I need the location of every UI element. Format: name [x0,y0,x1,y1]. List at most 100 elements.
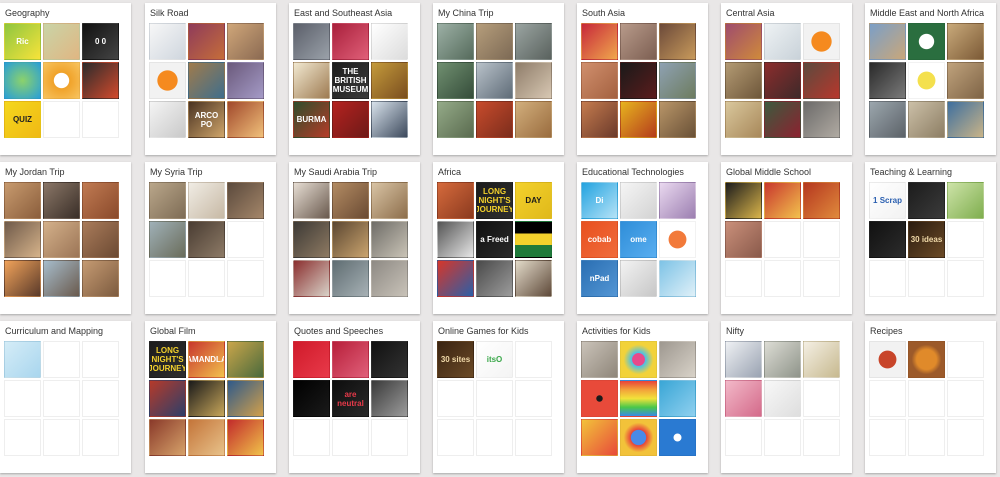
pin-thumbnail[interactable] [4,260,41,297]
pin-thumbnail[interactable] [43,23,80,60]
pin-thumbnail[interactable] [659,419,696,456]
pin-thumbnail[interactable] [764,182,801,219]
pin-thumbnail[interactable] [515,260,552,297]
pin-thumbnail[interactable] [149,182,186,219]
pin-thumbnail[interactable] [908,341,945,378]
pin-thumbnail[interactable] [515,23,552,60]
pin-thumbnail[interactable] [659,101,696,138]
pin-thumbnail[interactable]: 0 0 [82,23,119,60]
pin-thumbnail[interactable] [188,221,225,258]
board-thumbnail-grid[interactable] [149,182,264,297]
pin-thumbnail[interactable] [725,380,762,417]
pin-thumbnail[interactable] [4,182,41,219]
pin-thumbnail[interactable]: are neutral [332,380,369,417]
pin-thumbnail[interactable] [332,101,369,138]
pin-thumbnail[interactable] [908,62,945,99]
pin-thumbnail[interactable] [227,419,264,456]
pin-thumbnail[interactable] [293,341,330,378]
pin-thumbnail[interactable] [803,62,840,99]
pin-thumbnail[interactable] [149,23,186,60]
pin-thumbnail[interactable] [4,221,41,258]
pin-thumbnail[interactable] [476,101,513,138]
board-title[interactable]: My Syria Trip [150,167,272,178]
pin-thumbnail[interactable] [332,182,369,219]
pin-thumbnail[interactable] [869,62,906,99]
pin-thumbnail[interactable] [149,101,186,138]
pin-thumbnail[interactable] [620,419,657,456]
pin-thumbnail[interactable] [725,341,762,378]
pin-thumbnail[interactable] [82,221,119,258]
board-card-central-asia[interactable]: Central Asia [721,3,852,155]
pin-thumbnail[interactable] [620,341,657,378]
pin-thumbnail[interactable] [476,23,513,60]
pin-thumbnail[interactable]: LONG NIGHT'S JOURNEY [476,182,513,219]
board-thumbnail-grid[interactable]: THE BRITISH MUSEUM BURMA [293,23,408,138]
board-card-global-middle-school[interactable]: Global Middle School [721,162,852,314]
board-thumbnail-grid[interactable]: Di cobab ome nPad [581,182,696,297]
board-title[interactable]: Teaching & Learning [870,167,992,178]
pin-thumbnail[interactable] [659,260,696,297]
pin-thumbnail[interactable] [620,380,657,417]
pin-thumbnail[interactable] [293,221,330,258]
pin-thumbnail[interactable] [437,182,474,219]
board-title[interactable]: Nifty [726,326,848,337]
pin-thumbnail[interactable] [43,62,80,99]
pin-thumbnail[interactable] [43,221,80,258]
pin-thumbnail[interactable] [659,182,696,219]
pin-thumbnail[interactable] [437,221,474,258]
board-thumbnail-grid[interactable]: are neutral [293,341,408,456]
pin-thumbnail[interactable] [620,23,657,60]
board-thumbnail-grid[interactable]: LONG NIGHT'S JOURNEY AMANDLA [149,341,264,456]
board-card-middle-east-and-north-africa[interactable]: Middle East and North Africa [865,3,996,155]
pin-thumbnail[interactable] [227,62,264,99]
pin-thumbnail[interactable] [188,62,225,99]
pin-thumbnail[interactable] [371,221,408,258]
board-thumbnail-grid[interactable] [869,23,984,138]
pin-thumbnail[interactable] [581,341,618,378]
pin-thumbnail[interactable] [515,62,552,99]
pin-thumbnail[interactable]: ome [620,221,657,258]
pin-thumbnail[interactable] [659,221,696,258]
board-title[interactable]: Silk Road [150,8,272,19]
board-card-my-syria-trip[interactable]: My Syria Trip [145,162,276,314]
pin-thumbnail[interactable] [908,101,945,138]
pin-thumbnail[interactable]: THE BRITISH MUSEUM [332,62,369,99]
pin-thumbnail[interactable] [371,62,408,99]
pin-thumbnail[interactable] [764,380,801,417]
pin-thumbnail[interactable] [725,101,762,138]
board-title[interactable]: Recipes [870,326,992,337]
pin-thumbnail[interactable] [581,101,618,138]
pin-thumbnail[interactable] [371,182,408,219]
pin-thumbnail[interactable] [659,341,696,378]
pin-thumbnail[interactable] [659,23,696,60]
pin-thumbnail[interactable] [227,23,264,60]
board-title[interactable]: My China Trip [438,8,560,19]
pin-thumbnail[interactable]: 30 ideas [908,221,945,258]
pin-thumbnail[interactable] [188,380,225,417]
board-thumbnail-grid[interactable]: LONG NIGHT'S JOURNEY DAY a Freed [437,182,552,297]
pin-thumbnail[interactable]: DAY [515,182,552,219]
pin-thumbnail[interactable] [371,380,408,417]
pin-thumbnail[interactable] [149,62,186,99]
board-card-educational-technologies[interactable]: Educational Technologies Di cobab ome nPad [577,162,708,314]
pin-thumbnail[interactable] [908,23,945,60]
pin-thumbnail[interactable]: ARCO PO [188,101,225,138]
pin-thumbnail[interactable] [620,260,657,297]
pin-thumbnail[interactable] [764,23,801,60]
board-card-silk-road[interactable]: Silk Road ARCO PO [145,3,276,155]
board-title[interactable]: My Jordan Trip [5,167,127,178]
pin-thumbnail[interactable] [869,221,906,258]
pin-thumbnail[interactable] [620,182,657,219]
board-title[interactable]: Africa [438,167,560,178]
pin-thumbnail[interactable] [764,101,801,138]
pin-thumbnail[interactable] [227,101,264,138]
pin-thumbnail[interactable] [947,62,984,99]
board-card-curriculum-and-mapping[interactable]: Curriculum and Mapping [0,321,131,473]
board-title[interactable]: South Asia [582,8,704,19]
pin-thumbnail[interactable] [4,341,41,378]
pin-thumbnail[interactable] [149,419,186,456]
pin-thumbnail[interactable] [332,221,369,258]
pin-thumbnail[interactable] [764,62,801,99]
pin-thumbnail[interactable]: Ric [4,23,41,60]
board-thumbnail-grid[interactable] [4,182,119,297]
